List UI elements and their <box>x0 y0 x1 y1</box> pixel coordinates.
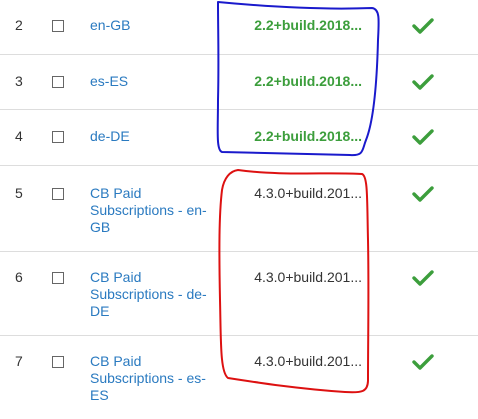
checkmark-icon <box>412 17 434 35</box>
version-label: 4.3.0+build.201... <box>254 269 362 285</box>
row-checkbox[interactable] <box>52 188 64 200</box>
table-row: 3 es-ES 2.2+build.2018... <box>0 54 478 110</box>
row-number: 7 <box>15 353 23 369</box>
row-number: 2 <box>15 17 23 33</box>
row-number: 5 <box>15 185 23 201</box>
extension-link[interactable]: en-GB <box>90 17 220 34</box>
table-row: 2 en-GB 2.2+build.2018... <box>0 0 478 54</box>
checkmark-icon <box>412 185 434 203</box>
checkmark-icon <box>412 269 434 287</box>
extension-link[interactable]: de-DE <box>90 128 220 145</box>
version-label: 2.2+build.2018... <box>254 73 362 89</box>
checkmark-icon <box>412 353 434 371</box>
row-number: 6 <box>15 269 23 285</box>
extension-link[interactable]: CB Paid Subscriptions - en-GB <box>90 185 220 236</box>
row-checkbox[interactable] <box>52 131 64 143</box>
extension-link[interactable]: CB Paid Subscriptions - es-ES <box>90 353 220 404</box>
extension-link[interactable]: CB Paid Subscriptions - de-DE <box>90 269 220 320</box>
table-row: 7 CB Paid Subscriptions - es-ES 4.3.0+bu… <box>0 335 478 419</box>
extension-link[interactable]: es-ES <box>90 73 220 90</box>
table-row: 4 de-DE 2.2+build.2018... <box>0 109 478 166</box>
row-checkbox[interactable] <box>52 272 64 284</box>
row-checkbox[interactable] <box>52 356 64 368</box>
version-label: 2.2+build.2018... <box>254 17 362 33</box>
table-row: 6 CB Paid Subscriptions - de-DE 4.3.0+bu… <box>0 251 478 336</box>
version-label: 4.3.0+build.201... <box>254 353 362 369</box>
table-row: 5 CB Paid Subscriptions - en-GB 4.3.0+bu… <box>0 165 478 252</box>
version-label: 2.2+build.2018... <box>254 128 362 144</box>
row-checkbox[interactable] <box>52 76 64 88</box>
row-number: 3 <box>15 73 23 89</box>
row-number: 4 <box>15 128 23 144</box>
checkmark-icon <box>412 128 434 146</box>
version-label: 4.3.0+build.201... <box>254 185 362 201</box>
row-checkbox[interactable] <box>52 20 64 32</box>
checkmark-icon <box>412 73 434 91</box>
